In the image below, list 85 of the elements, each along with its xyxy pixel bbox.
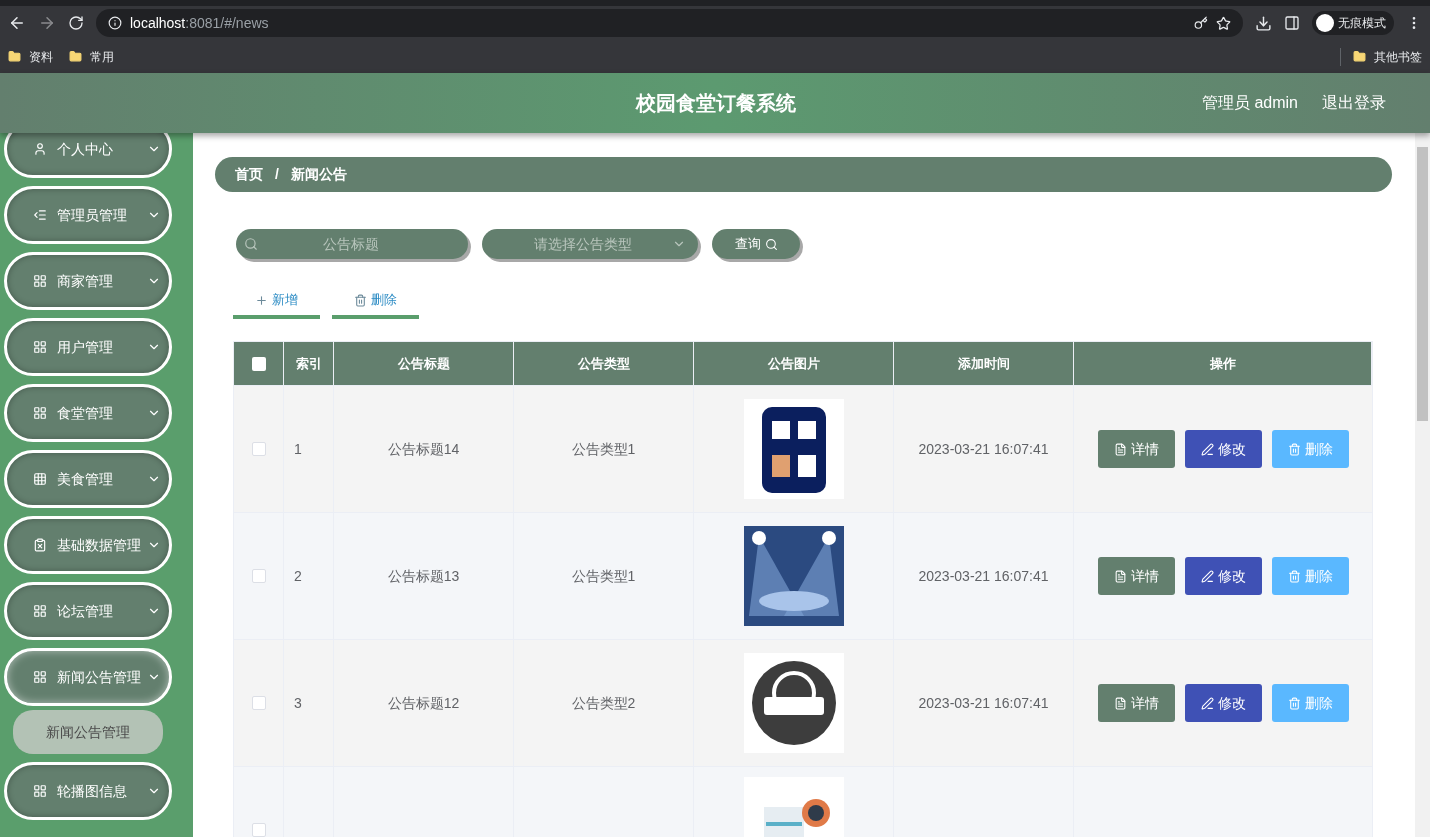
add-button[interactable]: 新增	[233, 285, 320, 319]
panel-icon[interactable]	[1284, 15, 1300, 31]
download-icon[interactable]	[1255, 14, 1272, 32]
sidebar-item[interactable]: 轮播图信息	[4, 762, 172, 820]
submenu-item[interactable]: 新闻公告管理	[13, 710, 163, 754]
type-cell-text: 公告类型1	[571, 439, 636, 459]
row-checkbox[interactable]	[251, 823, 266, 837]
document-icon	[1113, 696, 1127, 710]
url-text: localhost:8081/#/news	[130, 13, 269, 33]
incognito-badge[interactable]: 无痕模式	[1312, 11, 1394, 35]
sidebar-item[interactable]: 管理员管理	[4, 186, 172, 244]
user-icon	[33, 142, 47, 156]
trash-icon	[1287, 696, 1301, 710]
grid-icon	[33, 340, 47, 354]
app-title: 校园食堂订餐系统	[636, 91, 796, 116]
edit-button[interactable]: 修改	[1184, 430, 1262, 468]
time-cell-text: 2023-03-21 16:07:41	[918, 439, 1049, 459]
document-icon	[1113, 442, 1127, 456]
sidebar-item[interactable]: 食堂管理	[4, 384, 172, 442]
clipboard-icon	[33, 538, 47, 552]
back-icon[interactable]	[8, 14, 26, 32]
type-cell-text: 公告类型2	[571, 693, 636, 713]
detail-button[interactable]: 详情	[1097, 557, 1175, 595]
forward-icon[interactable]	[38, 14, 56, 32]
detail-button[interactable]: 详情	[1097, 430, 1175, 468]
reload-icon[interactable]	[68, 15, 84, 31]
document-icon	[1113, 569, 1127, 583]
sidebar-item[interactable]: 用户管理	[4, 318, 172, 376]
index-cell-text: 1	[294, 439, 302, 459]
title-search-field[interactable]: 公告标题	[236, 229, 468, 259]
row-checkbox[interactable]	[251, 696, 266, 710]
index-cell-text: 2	[294, 566, 302, 586]
edit-button[interactable]: 修改	[1184, 557, 1262, 595]
sidebar-item[interactable]: 论坛管理	[4, 582, 172, 640]
pen-icon	[1200, 569, 1214, 583]
delete-button[interactable]: 删除	[332, 285, 419, 319]
detail-button[interactable]: 详情	[1097, 684, 1175, 722]
grid-icon	[33, 406, 47, 420]
grid-icon	[33, 670, 47, 684]
search-icon	[244, 237, 258, 251]
row-checkbox[interactable]	[251, 442, 266, 456]
index-cell-text: 3	[294, 693, 302, 713]
trash-icon	[1287, 442, 1301, 456]
title-cell-text: 公告标题12	[387, 693, 460, 713]
address-bar[interactable]: localhost:8081/#/news	[96, 9, 1243, 37]
star-icon[interactable]	[1216, 15, 1231, 31]
title-cell-text: 公告标题14	[387, 439, 460, 459]
breadcrumb-link[interactable]: 首页	[235, 164, 263, 185]
time-cell-text: 2023-03-21 16:07:41	[918, 566, 1049, 586]
breadcrumb-link[interactable]: 新闻公告	[290, 164, 347, 185]
time-cell-text: 2023-03-21 16:07:41	[918, 693, 1049, 713]
grid-icon	[33, 274, 47, 288]
list-icon	[33, 208, 47, 222]
other-bookmarks[interactable]: 其他书签	[1340, 47, 1422, 66]
row-checkbox[interactable]	[251, 569, 266, 583]
trash-icon	[1287, 569, 1301, 583]
sidebar-item[interactable]: 新闻公告管理	[4, 648, 172, 706]
sidebar-item[interactable]: 商家管理	[4, 252, 172, 310]
pen-icon	[1200, 442, 1214, 456]
grid-icon	[33, 604, 47, 618]
sidebar-item[interactable]: 个人中心	[4, 133, 172, 178]
folder-icon	[8, 50, 21, 63]
bookmark[interactable]: 资料	[8, 47, 53, 66]
sidebar-item[interactable]: 美食管理	[4, 450, 172, 508]
type-select[interactable]: 请选择公告类型	[482, 229, 698, 259]
info-icon	[108, 16, 122, 30]
folder-icon	[69, 50, 82, 63]
plus-icon	[255, 293, 268, 307]
grid-icon	[33, 472, 47, 486]
grid-icon	[33, 784, 47, 798]
sidebar-item[interactable]: 基础数据管理	[4, 516, 172, 574]
folder-icon	[1353, 50, 1366, 63]
type-cell-text: 公告类型1	[571, 566, 636, 586]
bookmark[interactable]: 常用	[69, 47, 114, 66]
logout-link[interactable]: 退出登录	[1322, 91, 1386, 115]
breadcrumb-separator: /	[275, 165, 279, 184]
search-icon	[764, 237, 778, 251]
user-label: 管理员 admin	[1201, 93, 1298, 113]
select-all-checkbox[interactable]	[251, 356, 266, 371]
edit-button[interactable]: 修改	[1184, 684, 1262, 722]
key-icon[interactable]	[1194, 16, 1208, 30]
trash-icon	[354, 293, 367, 307]
query-button[interactable]: 查询	[712, 229, 800, 259]
pen-icon	[1200, 696, 1214, 710]
title-cell-text: 公告标题13	[387, 566, 460, 586]
